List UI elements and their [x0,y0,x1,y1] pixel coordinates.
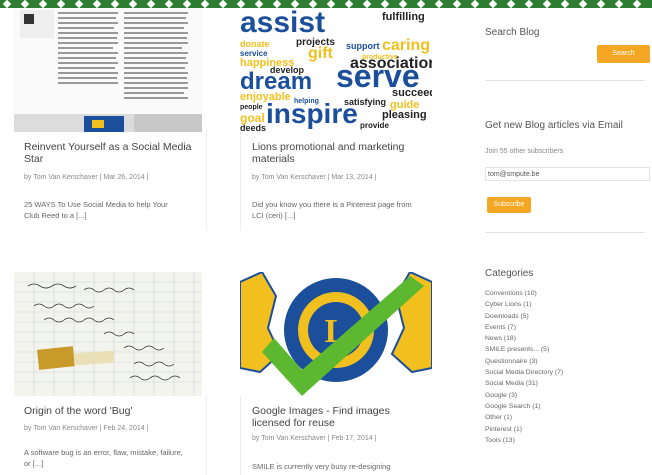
diamond-pattern-icon [56,0,66,8]
subscribe-button[interactable]: Subscribe [487,197,531,213]
diamond-pattern-icon [614,0,624,8]
sidebar-divider [485,80,645,81]
column-divider [206,396,207,475]
post-thumbnail[interactable] [14,272,202,396]
diamond-pattern-icon [74,0,84,8]
diamond-pattern-icon [182,0,192,8]
diamond-pattern-icon [416,0,426,8]
diamond-pattern-icon [344,0,354,8]
diamond-pattern-icon [452,0,462,8]
diamond-pattern-icon [164,0,174,8]
diamond-pattern-icon [542,0,552,8]
lions-logo-checkmark-image: L [240,272,432,396]
post-title[interactable]: Reinvent Yourself as a Social Media Star [24,141,194,165]
category-link[interactable]: News (18) [485,333,563,344]
diamond-pattern-icon [578,0,588,8]
column-divider [240,396,241,475]
diamond-pattern-icon [380,0,390,8]
post-meta: by Tom Van Kerschaver | Feb 17, 2014 | [252,435,377,442]
diamond-pattern-icon [38,0,48,8]
categories-widget-title: Categories [485,268,534,279]
diamond-pattern-icon [308,0,318,8]
column-divider [240,130,241,230]
category-link[interactable]: Questionnaire (3) [485,356,563,367]
handwritten-note-image [14,272,202,396]
post-excerpt: A software bug is an error, flaw, mistak… [24,448,183,468]
category-link[interactable]: Pinterest (1) [485,424,563,435]
search-widget-title: Search Blog [485,27,540,38]
diamond-pattern-icon [146,0,156,8]
diamond-pattern-icon [2,0,12,8]
post-thumbnail[interactable]: assist fulfilling projects gift support … [240,8,432,132]
diamond-pattern-icon [110,0,120,8]
diamond-pattern-icon [20,0,30,8]
post-title[interactable]: Google Images - Find images licensed for… [252,405,422,429]
search-button[interactable]: Search [597,45,650,63]
category-link[interactable]: Conventions (10) [485,288,563,299]
post-meta: by Tom Van Kerschaver | Mar 13, 2014 | [252,174,377,181]
category-link[interactable]: Other (1) [485,412,563,423]
category-list: Conventions (10) Cyber Lions (1) Downloa… [485,288,563,446]
post-title[interactable]: Lions promotional and marketing material… [252,141,422,165]
category-link[interactable]: Tools (13) [485,435,563,446]
word-cloud-image: assist fulfilling projects gift support … [240,8,432,132]
sidebar-divider [485,232,645,233]
diamond-pattern-icon [524,0,534,8]
post-thumbnail[interactable]: L [240,272,432,396]
diamond-pattern-icon [398,0,408,8]
top-decorative-bar [0,0,652,8]
category-link[interactable]: Events (7) [485,322,563,333]
diamond-pattern-icon [632,0,642,8]
diamond-pattern-icon [506,0,516,8]
diamond-pattern-icon [362,0,372,8]
post-meta: by Tom Van Kerschaver | Mar 26, 2014 | [24,174,149,181]
diamond-pattern-icon [218,0,228,8]
diamond-pattern-icon [560,0,570,8]
diamond-pattern-icon [236,0,246,8]
post-excerpt: Did you know you there is a Pinterest pa… [252,200,412,220]
diamond-pattern-icon [254,0,264,8]
category-link[interactable]: Google Search (1) [485,401,563,412]
category-link[interactable]: Downloads (5) [485,311,563,322]
category-link[interactable]: SMILE presents... (5) [485,344,563,355]
subscribe-widget-title: Get new Blog articles via Email [485,120,623,131]
post-thumbnail[interactable] [14,8,202,132]
diamond-pattern-icon [290,0,300,8]
diamond-pattern-icon [434,0,444,8]
diamond-pattern-icon [128,0,138,8]
diamond-pattern-icon [596,0,606,8]
post-title[interactable]: Origin of the word 'Bug' [24,405,194,417]
diamond-pattern-icon [326,0,336,8]
diamond-pattern-icon [200,0,210,8]
diamond-pattern-icon [272,0,282,8]
column-divider [206,130,207,230]
post-excerpt: 25 WAYS To Use Social Media to help Your… [24,200,168,220]
category-link[interactable]: Google (3) [485,390,563,401]
newspaper-image [14,8,202,132]
subscriber-count: Join 55 other subscribers [485,148,564,155]
post-excerpt: SMILE is currently very busy re-designin… [252,462,391,471]
diamond-pattern-icon [488,0,498,8]
category-link[interactable]: Cyber Lions (1) [485,299,563,310]
diamond-pattern-icon [92,0,102,8]
post-meta: by Tom Van Kerschaver | Feb 24, 2014 | [24,425,149,432]
category-link[interactable]: Social Media Directory (7) [485,367,563,378]
category-link[interactable]: Social Media (31) [485,378,563,389]
email-field[interactable]: tom@smpute.be [485,167,650,181]
diamond-pattern-icon [470,0,480,8]
